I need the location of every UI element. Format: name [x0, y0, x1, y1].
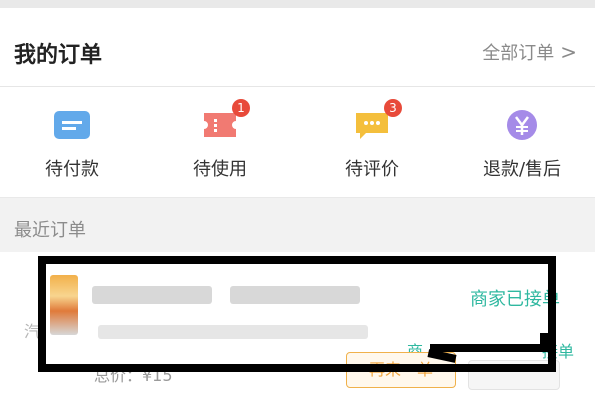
page-title: 我的订单 [14, 43, 103, 68]
ticket-icon: 1 [200, 99, 250, 141]
status-label: 退款/售后 [482, 159, 562, 180]
recent-orders-section [0, 210, 595, 250]
wallet-icon [52, 109, 92, 141]
all-orders-link[interactable]: 全部订单 > [482, 39, 577, 65]
badge-count: 3 [384, 99, 402, 117]
status-label: 待付款 [45, 159, 99, 180]
yen-refund-icon [502, 109, 542, 141]
chevron-right-icon: > [560, 40, 577, 64]
highlight-stroke [540, 333, 552, 347]
top-strip [0, 0, 595, 8]
highlight-stroke [430, 344, 548, 352]
orders-header: 我的订单 全部订单 > [0, 8, 595, 87]
status-pending-payment[interactable]: 待付款 [12, 109, 132, 181]
status-label: 待使用 [193, 159, 247, 180]
all-orders-label: 全部订单 [482, 43, 555, 64]
order-status-row: 待付款 1 待使用 3 待评价 退款/售后 [0, 87, 595, 198]
status-to-review[interactable]: 3 待评价 [312, 99, 432, 181]
status-label: 待评价 [345, 159, 399, 180]
status-refund-aftersale[interactable]: 退款/售后 [462, 109, 582, 181]
highlight-box [38, 256, 556, 372]
badge-count: 1 [232, 99, 250, 117]
recent-orders-title: 最近订单 [14, 220, 86, 241]
comment-icon: 3 [352, 99, 402, 141]
status-to-use[interactable]: 1 待使用 [160, 99, 280, 181]
